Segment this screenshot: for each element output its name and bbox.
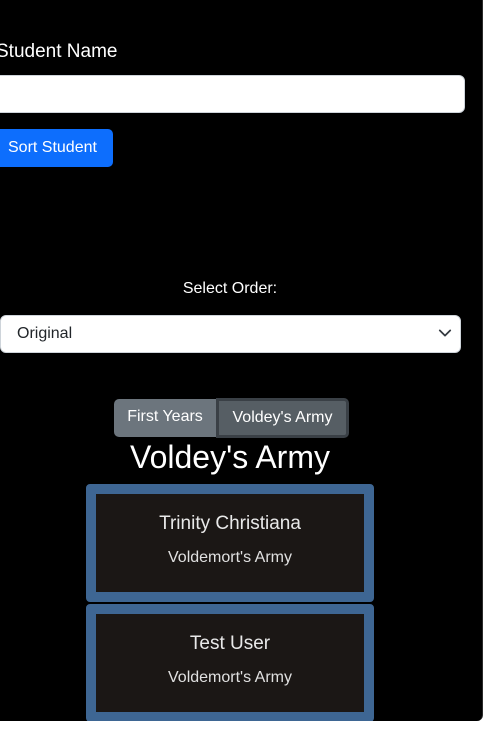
student-name-input[interactable] bbox=[0, 75, 465, 113]
student-card: Test User Voldemort's Army bbox=[86, 604, 374, 721]
student-card-name: Test User bbox=[189, 633, 271, 654]
sorting-hat-panel: Student Name Sort Student Select Order: … bbox=[0, 0, 483, 721]
order-select[interactable]: Original bbox=[0, 315, 461, 353]
student-card-house: Voldemort's Army bbox=[168, 669, 292, 686]
tab-voldeys-army[interactable]: Voldey's Army bbox=[216, 398, 349, 438]
select-order-label: Select Order: bbox=[182, 280, 278, 297]
student-card-name: Trinity Christiana bbox=[159, 513, 301, 534]
chevron-down-icon bbox=[438, 329, 452, 337]
sort-student-button[interactable]: Sort Student bbox=[0, 129, 113, 167]
order-select-value: Original bbox=[17, 325, 73, 342]
tab-first-years[interactable]: First Years bbox=[114, 399, 216, 437]
list-title: Voldey's Army bbox=[130, 439, 330, 475]
student-card-house: Voldemort's Army bbox=[168, 549, 292, 566]
house-tabs: First Years Voldey's Army bbox=[114, 398, 349, 438]
student-card: Trinity Christiana Voldemort's Army bbox=[86, 484, 374, 602]
student-name-label: Student Name bbox=[0, 41, 118, 62]
